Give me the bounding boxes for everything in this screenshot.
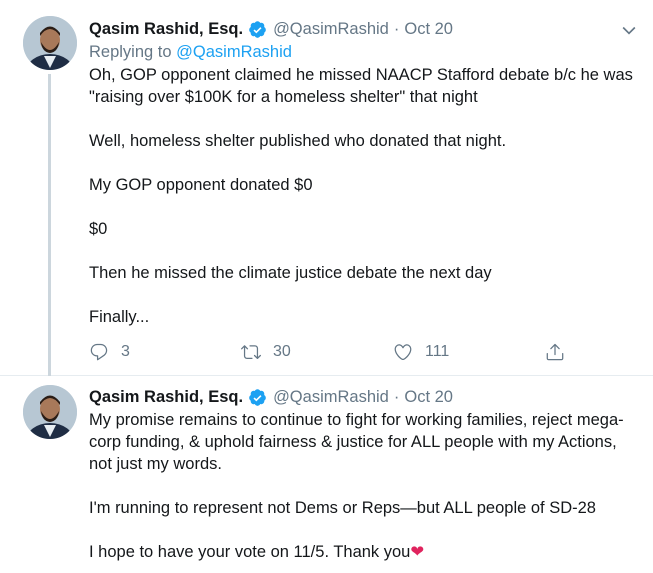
tweet[interactable]: Qasim Rashid, Esq. @QasimRashid · Oct 20… [0, 376, 653, 573]
tweet-paragraph: Then he missed the climate justice debat… [89, 264, 492, 282]
separator-dot: · [393, 20, 400, 38]
author-handle[interactable]: @QasimRashid [273, 18, 389, 40]
tweet-paragraph: I'm running to represent not Dems or Rep… [89, 499, 596, 517]
replying-to: Replying to @QasimRashid [89, 41, 639, 63]
separator-dot: · [393, 388, 400, 406]
tweet-paragraph: I hope to have your vote on 11/5. Thank … [89, 541, 639, 563]
replying-to-label: Replying to [89, 43, 172, 61]
tweet-header: Qasim Rashid, Esq. @QasimRashid · Oct 20 [89, 386, 639, 408]
like-button[interactable]: 111 [393, 341, 449, 363]
tweet-header: Qasim Rashid, Esq. @QasimRashid · Oct 20 [89, 18, 639, 40]
tweet-paragraph: $0 [89, 220, 108, 238]
tweet-content: Qasim Rashid, Esq. @QasimRashid · Oct 20… [89, 386, 639, 563]
tweet-date[interactable]: Oct 20 [404, 18, 453, 40]
retweet-icon [241, 345, 261, 360]
share-icon [546, 343, 564, 361]
author-name[interactable]: Qasim Rashid, Esq. [89, 386, 243, 408]
replying-to-mention-link[interactable]: @QasimRashid [176, 43, 292, 61]
share-button[interactable] [545, 341, 565, 363]
tweet-content: Qasim Rashid, Esq. @QasimRashid · Oct 20… [89, 18, 639, 361]
like-count: 111 [425, 343, 450, 360]
reply-button[interactable]: 3 [89, 341, 130, 363]
author-name[interactable]: Qasim Rashid, Esq. [89, 18, 243, 40]
tweet-paragraph: Oh, GOP opponent claimed he missed NAACP… [89, 66, 633, 106]
tweet-actions: 3 30 111 [89, 341, 569, 363]
tweet-last-line-text: I hope to have your vote on 11/5. Thank … [89, 543, 411, 561]
tweet-date[interactable]: Oct 20 [404, 386, 453, 408]
tweet-paragraph: My promise remains to continue to fight … [89, 411, 624, 473]
verified-badge-icon [248, 388, 267, 407]
heart-icon [394, 344, 412, 361]
avatar[interactable] [23, 385, 77, 439]
red-heart-emoji: ❤ [410, 543, 425, 561]
reply-count: 3 [121, 343, 130, 360]
verified-badge-icon [248, 20, 267, 39]
retweet-count: 30 [273, 343, 291, 360]
tweet-paragraph: Well, homeless shelter published who don… [89, 132, 507, 150]
tweet[interactable]: Qasim Rashid, Esq. @QasimRashid · Oct 20… [0, 0, 653, 376]
tweet-text: My promise remains to continue to fight … [89, 409, 639, 563]
avatar[interactable] [23, 16, 77, 70]
retweet-button[interactable]: 30 [241, 341, 291, 363]
tweet-text: Oh, GOP opponent claimed he missed NAACP… [89, 64, 639, 328]
tweet-paragraph: Finally... [89, 308, 150, 326]
reply-icon [90, 343, 108, 361]
thread-connector-line [48, 74, 51, 376]
tweet-paragraph: My GOP opponent donated $0 [89, 176, 313, 194]
chevron-down-icon[interactable] [619, 20, 639, 40]
author-handle[interactable]: @QasimRashid [273, 386, 389, 408]
